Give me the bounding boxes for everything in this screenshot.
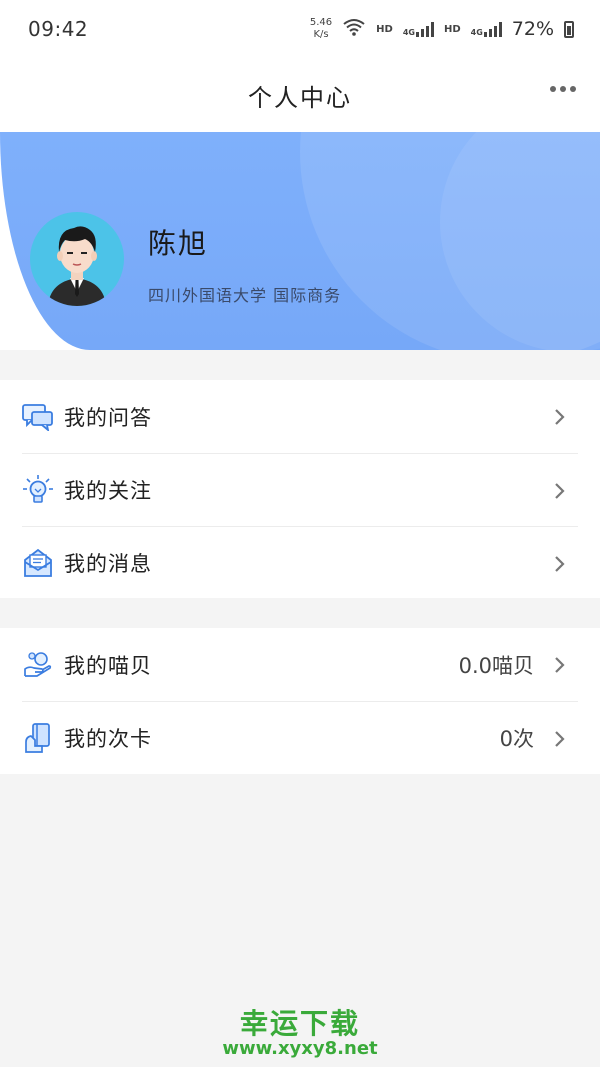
menu-group-1: 我的问答 我的关注 我的消息 bbox=[0, 380, 600, 598]
user-name: 陈旭 bbox=[148, 227, 209, 260]
net-speed: 5.46 K/s bbox=[309, 17, 333, 40]
lightbulb-icon bbox=[22, 474, 54, 506]
avatar[interactable] bbox=[30, 212, 124, 306]
menu-item-label: 我的关注 bbox=[64, 479, 152, 503]
signal-icon-2: 4G bbox=[471, 21, 502, 37]
chevron-right-icon bbox=[554, 482, 566, 504]
signal-icon-1: 4G bbox=[403, 21, 434, 37]
status-icons: 5.46 K/s HD 4G HD 4G 72% bbox=[310, 17, 574, 41]
wifi-icon bbox=[342, 18, 366, 40]
user-school-major: 四川外国语大学 国际商务 bbox=[148, 286, 342, 305]
nav-bar: 个人中心 bbox=[0, 58, 600, 132]
menu-item-value: 0次 bbox=[499, 727, 534, 751]
hd-label-1: HD bbox=[376, 23, 393, 35]
menu-item-label: 我的消息 bbox=[64, 552, 152, 576]
hd-label-2: HD bbox=[443, 23, 461, 35]
menu-item-label: 我的喵贝 bbox=[64, 653, 152, 678]
coin-hand-icon bbox=[22, 649, 54, 681]
menu-item-follow[interactable]: 我的关注 bbox=[22, 453, 578, 526]
menu-item-value: 0.0喵贝 bbox=[458, 653, 534, 678]
watermark-url: www.xyxy8.net bbox=[222, 1038, 378, 1059]
chevron-right-icon bbox=[554, 656, 566, 678]
status-time: 09:42 bbox=[28, 17, 89, 41]
battery-percent: 72% bbox=[511, 18, 554, 40]
menu-item-label: 我的次卡 bbox=[64, 727, 152, 751]
card-hand-icon bbox=[22, 722, 54, 754]
menu-item-messages[interactable]: 我的消息 bbox=[22, 526, 578, 599]
status-bar: 09:42 5.46 K/s HD 4G HD 4G 72% bbox=[0, 0, 600, 58]
chat-bubbles-icon bbox=[22, 401, 54, 433]
profile-header: 陈旭 四川外国语大学 国际商务 bbox=[0, 132, 600, 350]
menu-item-qa[interactable]: 我的问答 bbox=[22, 380, 578, 453]
page-title: 个人中心 bbox=[248, 83, 352, 112]
watermark-title: 幸运下载 bbox=[239, 1007, 360, 1040]
menu-group-2: 我的喵贝 0.0喵贝 我的次卡 0次 bbox=[0, 628, 600, 774]
chevron-right-icon bbox=[554, 408, 566, 430]
menu-item-miaobei[interactable]: 我的喵贝 0.0喵贝 bbox=[22, 628, 578, 701]
battery-icon bbox=[564, 20, 574, 38]
envelope-icon bbox=[22, 547, 54, 579]
menu-item-label: 我的问答 bbox=[64, 405, 152, 430]
chevron-right-icon bbox=[554, 730, 566, 752]
more-dots-icon[interactable] bbox=[550, 86, 576, 92]
menu-item-card[interactable]: 我的次卡 0次 bbox=[22, 701, 578, 774]
chevron-right-icon bbox=[554, 555, 566, 577]
